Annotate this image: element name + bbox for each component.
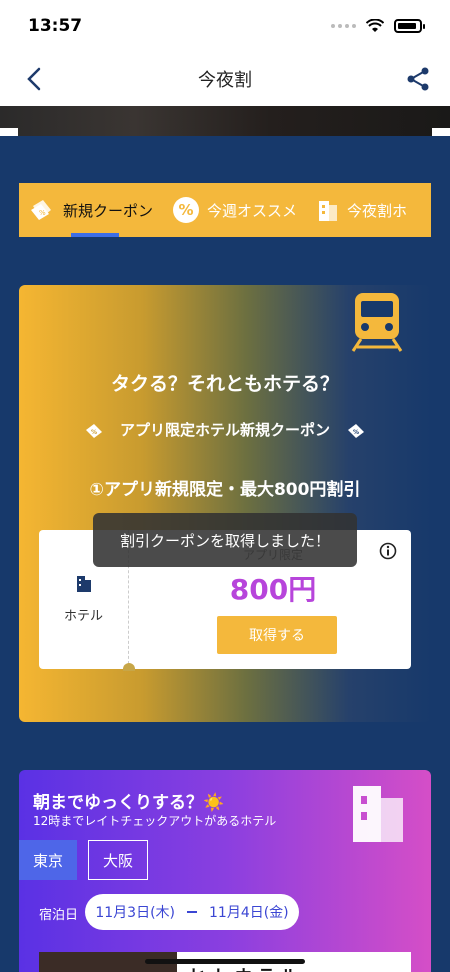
svg-text:%: % [353, 429, 359, 436]
late-checkout-card: 朝までゆっくりする？☀️ 12時までレイトチェックアウトがあるホテル 東京 大阪… [19, 770, 431, 972]
campaign-discount-line: ①アプリ新規限定・最大800円割引 [89, 480, 361, 500]
coupon-category-label: ホテル [63, 609, 103, 624]
coupon-icon: % [348, 423, 364, 438]
coupon-amount: 800円 [229, 573, 317, 606]
tab-label: 新規クーポン [63, 201, 154, 220]
tab-tonight-discount[interactable]: 今夜割ホ [307, 183, 417, 237]
coupon-icon: % [31, 200, 51, 220]
share-icon[interactable] [404, 65, 432, 93]
svg-text:%: % [39, 209, 46, 217]
late-checkout-title: 朝までゆっくりする？☀️ [33, 793, 225, 813]
toast-message: 割引クーポンを取得しました！ [93, 513, 357, 567]
date-range-picker[interactable]: 11月3日(木) 11月4日(金) [85, 894, 299, 930]
info-icon[interactable] [379, 542, 397, 560]
signal-icon [331, 24, 356, 28]
tab-label: 今週オススメ [207, 201, 298, 220]
campaign-title: タクる？それともホテる？ [110, 373, 339, 395]
percent-badge-icon: % [173, 197, 200, 223]
wifi-icon [366, 19, 384, 32]
status-bar: 13:57 [0, 0, 450, 52]
campaign-subtitle-row: % アプリ限定ホテル新規クーポン % [19, 419, 431, 440]
category-tabs: % 新規クーポン % 今週オススメ 今夜割ホ [19, 183, 431, 237]
hero-image [0, 106, 450, 136]
page-title: 今夜割 [198, 70, 252, 91]
svg-text:%: % [91, 429, 97, 436]
tab-weekly-recommend[interactable]: % 今週オススメ [163, 183, 307, 237]
tab-new-coupon[interactable]: % 新規クーポン [19, 183, 163, 237]
battery-icon [394, 19, 425, 33]
city-tab-tokyo[interactable]: 東京 [19, 840, 78, 880]
app-screen: 13:57 今夜割 % 新規クーポン % 今週オススメ 今夜割ホ タクる？それと… [0, 0, 450, 972]
hotel-building-icon [319, 201, 338, 221]
check-in-date: 11月3日(木) [95, 905, 175, 921]
stay-date-label: 宿泊日 [39, 908, 79, 923]
city-tab-osaka[interactable]: 大阪 [88, 840, 149, 880]
late-checkout-subtitle: 12時までレイトチェックアウトがあるホテル [33, 814, 277, 828]
date-separator [187, 911, 197, 913]
back-arrow-icon[interactable] [22, 66, 48, 92]
nav-bar: 今夜割 [0, 52, 450, 106]
coupon-icon: % [85, 423, 102, 438]
campaign-card: タクる？それともホテる？ % アプリ限定ホテル新規クーポン % ①アプリ新規限定… [19, 285, 431, 722]
campaign-subtitle: アプリ限定ホテル新規クーポン [119, 421, 330, 439]
status-icons [331, 19, 425, 33]
home-indicator [145, 959, 305, 964]
building-icon [353, 786, 403, 842]
status-time: 13:57 [28, 16, 83, 36]
ticket-notch [123, 663, 135, 671]
tab-label: 今夜割ホ [347, 201, 408, 220]
check-out-date: 11月4日(金) [209, 905, 289, 921]
city-tabs: 東京 大阪 [19, 840, 149, 880]
get-coupon-button[interactable]: 取得する [217, 616, 337, 654]
train-icon [351, 293, 403, 352]
building-icon [76, 576, 91, 592]
